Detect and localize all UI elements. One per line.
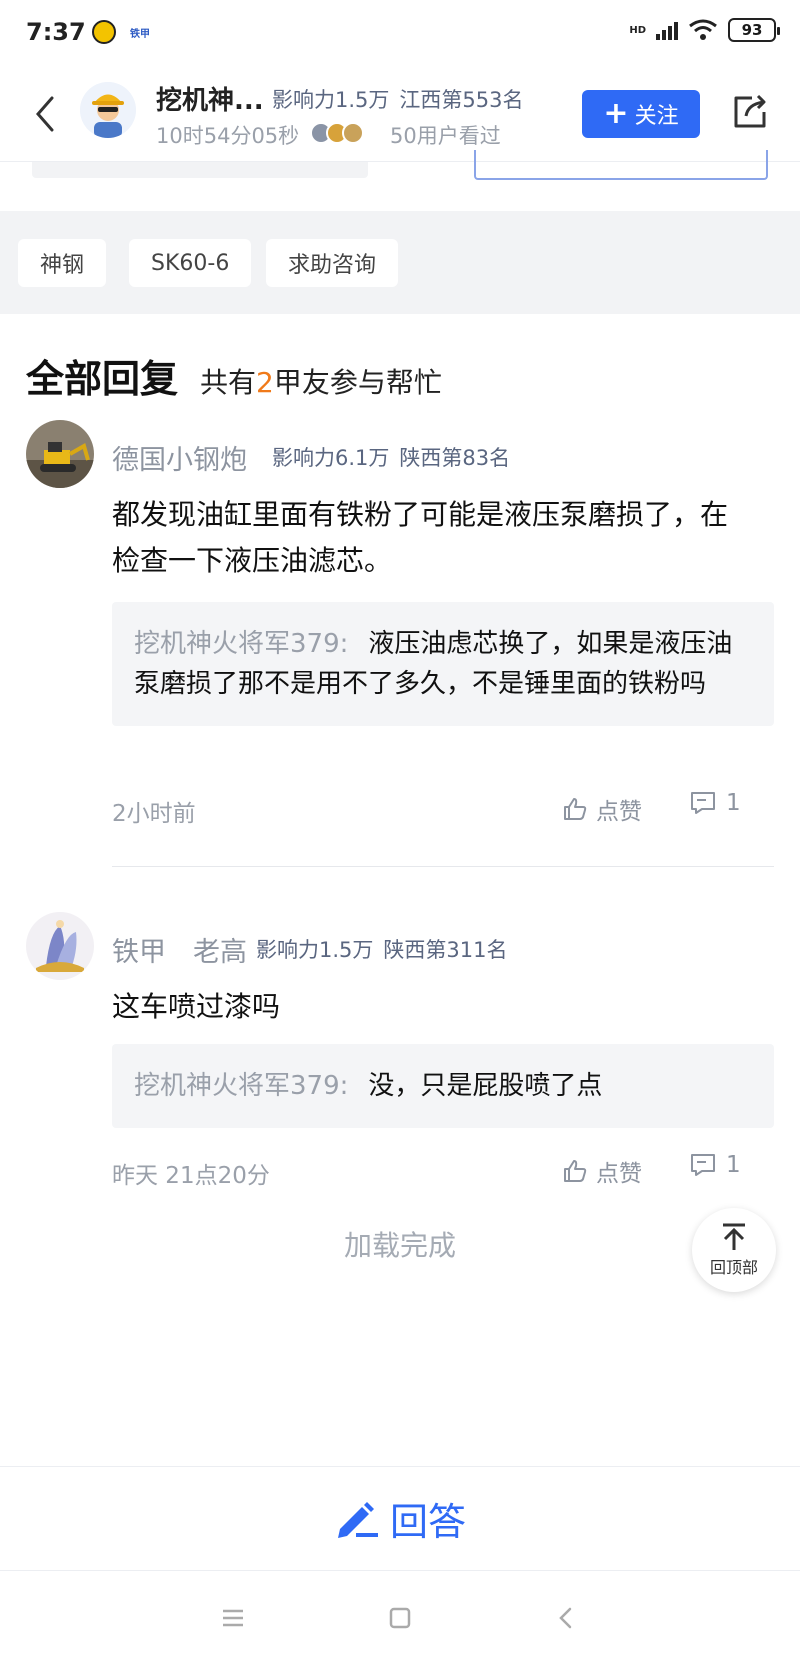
count-prefix: 共有	[200, 366, 257, 399]
post-header: 挖机神... 影响力1.5万 江西第553名 10时54分05秒 50用户看过 +…	[0, 66, 800, 162]
like-button[interactable]: 点赞	[562, 792, 642, 826]
reply-count: 1	[726, 1152, 741, 1178]
status-time: 7:37	[26, 18, 86, 46]
back-to-top-label: 回顶部	[709, 1258, 758, 1277]
author-meta: 影响力1.5万 江西第553名	[272, 84, 524, 114]
comment-icon	[691, 1154, 715, 1176]
thumbs-up-icon	[564, 798, 587, 820]
menu-icon[interactable]	[216, 1601, 250, 1635]
follow-button[interactable]: + 关注	[582, 90, 700, 138]
share-icon[interactable]	[730, 92, 770, 132]
home-square-icon[interactable]	[383, 1601, 417, 1635]
status-bar: 7:37 铁甲 HD 93	[0, 0, 800, 66]
answer-button[interactable]: 回答	[0, 1466, 800, 1570]
tags-section: 神钢 SK60-6 求助咨询	[0, 211, 800, 314]
author-name[interactable]: 挖机神...	[156, 80, 264, 117]
tag-item[interactable]: 神钢	[18, 239, 107, 287]
comment-divider	[112, 866, 774, 867]
network-type: HD	[629, 24, 646, 36]
replies-title: 全部回复	[26, 357, 179, 401]
signal-icon	[656, 20, 678, 40]
tag-item[interactable]: SK60-6	[129, 239, 252, 287]
commenter-influence: 影响力6.1万	[272, 446, 390, 470]
partial-input	[474, 150, 768, 180]
load-complete-text: 加载完成	[343, 1229, 456, 1262]
like-button[interactable]: 点赞	[562, 1154, 642, 1188]
comment-body: 都发现油缸里面有铁粉了可能是液压泵磨损了，在检查一下液压油滤芯。	[112, 498, 729, 577]
app-notification-label: 铁甲	[130, 29, 150, 40]
comment-time: 2小时前	[112, 801, 196, 827]
thumbs-up-icon	[564, 1160, 587, 1182]
replies-heading: 全部回复 共有2甲友参与帮忙	[26, 348, 442, 403]
reply-button[interactable]: 1	[690, 790, 741, 816]
nav-back-icon[interactable]	[550, 1601, 584, 1635]
quoted-reply[interactable]: 挖机神火将军379: 没，只是屁股喷了点	[112, 1044, 774, 1128]
commenter-avatar[interactable]	[26, 912, 94, 980]
replies-count: 共有2甲友参与帮忙	[200, 361, 442, 401]
commenter-meta: 影响力1.5万 陕西第311名	[256, 934, 508, 964]
plus-icon: +	[603, 96, 629, 131]
comment-icon	[691, 792, 715, 814]
count-number: 2	[256, 366, 274, 399]
answer-label: 回答	[389, 1500, 466, 1544]
quoted-text: 没，只是屁股喷了点	[368, 1071, 603, 1101]
commenter-meta: 影响力6.1万 陕西第83名	[272, 442, 510, 472]
quoted-author: 挖机神火将军379:	[134, 1071, 349, 1101]
views-count: 50用户看过	[390, 124, 501, 148]
system-nav-bar	[0, 1570, 800, 1665]
comment-body: 这车喷过漆吗	[112, 990, 281, 1023]
commenter-avatar[interactable]	[26, 420, 94, 488]
back-arrow-icon[interactable]	[30, 92, 62, 136]
author-rank: 江西第553名	[399, 88, 524, 112]
commenter-rank: 陕西第311名	[383, 938, 508, 962]
viewer-avatars	[310, 122, 364, 144]
reply-button[interactable]: 1	[690, 1152, 741, 1178]
app-notification-icon	[92, 20, 116, 44]
tag-item[interactable]: 求助咨询	[266, 239, 399, 287]
comment-time: 昨天 21点20分	[112, 1163, 270, 1189]
commenter-name[interactable]: 德国小钢炮	[112, 438, 247, 477]
status-indicators: HD 93	[629, 18, 780, 42]
count-suffix: 甲友参与帮忙	[273, 366, 442, 399]
commenter-influence: 影响力1.5万	[256, 938, 374, 962]
commenter-name[interactable]: 铁甲 老高	[112, 930, 247, 969]
viewer-avatar	[342, 122, 364, 144]
battery-icon: 93	[728, 18, 780, 42]
follow-label: 关注	[634, 104, 679, 129]
like-label: 点赞	[596, 1161, 642, 1187]
author-influence: 影响力1.5万	[272, 88, 390, 112]
arrow-up-icon	[723, 1223, 745, 1250]
author-avatar[interactable]	[80, 82, 136, 138]
partial-card	[32, 162, 368, 178]
wifi-icon	[689, 19, 717, 40]
reply-count: 1	[726, 790, 741, 816]
pen-icon	[337, 1501, 378, 1538]
quoted-reply[interactable]: 挖机神火将军379: 液压油虑芯换了，如果是液压油泵磨损了那不是用不了多久，不是锤…	[112, 602, 774, 726]
post-timer: 10时54分05秒	[156, 124, 300, 148]
like-label: 点赞	[596, 799, 642, 825]
quoted-author: 挖机神火将军379:	[134, 629, 349, 659]
back-to-top-button[interactable]: 回顶部	[692, 1208, 776, 1292]
commenter-rank: 陕西第83名	[399, 446, 511, 470]
